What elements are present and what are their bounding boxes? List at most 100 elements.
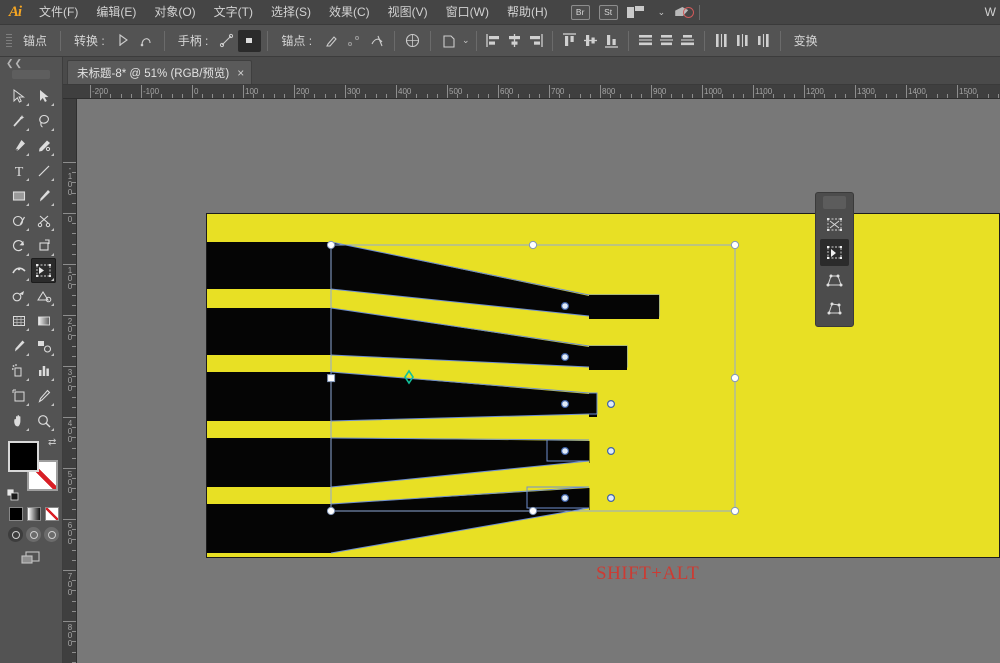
screen-mode-button[interactable] — [0, 542, 62, 566]
rectangle-tool[interactable] — [6, 183, 31, 208]
workspace-switcher[interactable]: W — [985, 5, 1000, 19]
ruler-tick — [243, 85, 244, 98]
align-right-icon[interactable] — [525, 30, 546, 51]
remove-anchor-icon[interactable] — [319, 30, 342, 52]
document-tab[interactable]: 未标题-8* @ 51% (RGB/预览) × — [67, 60, 253, 84]
distribute-right-icon[interactable] — [753, 30, 774, 51]
distribute-left-icon[interactable] — [711, 30, 732, 51]
draw-normal-button[interactable] — [8, 527, 23, 542]
chevron-down-icon[interactable]: ⌄ — [462, 35, 470, 46]
gradient-button[interactable] — [27, 507, 41, 521]
ruler-label: 0 — [194, 87, 199, 96]
magic-wand-tool[interactable] — [6, 108, 31, 133]
close-icon[interactable]: × — [237, 67, 244, 79]
zoom-tool[interactable] — [31, 408, 56, 433]
color-button[interactable] — [9, 507, 23, 521]
shaper-tool[interactable] — [6, 208, 31, 233]
document-setup-icon[interactable] — [437, 30, 460, 52]
menu-object[interactable]: 对象(O) — [145, 0, 204, 25]
perspective-grid-tool[interactable] — [31, 283, 56, 308]
scissors-tool[interactable] — [31, 208, 56, 233]
free-transform-widget[interactable] — [815, 192, 854, 327]
toolbox-collapse[interactable]: ❮❮ — [0, 57, 62, 69]
scale-tool[interactable] — [31, 233, 56, 258]
distribute-center-icon[interactable] — [656, 30, 677, 51]
align-bottom-icon[interactable] — [601, 30, 622, 51]
ruler-tick — [294, 85, 295, 98]
artboard[interactable] — [206, 213, 1000, 558]
line-segment-tool[interactable] — [31, 158, 56, 183]
blend-tool[interactable] — [31, 333, 56, 358]
type-tool[interactable]: T — [6, 158, 31, 183]
convert-to-smooth-icon[interactable] — [135, 30, 158, 52]
ruler-label: 200 — [296, 87, 310, 96]
align-left-icon[interactable] — [483, 30, 504, 51]
pen-tool[interactable] — [6, 133, 31, 158]
free-transform-tool[interactable] — [31, 258, 56, 283]
lasso-tool[interactable] — [31, 108, 56, 133]
width-tool[interactable] — [6, 258, 31, 283]
rotate-tool[interactable] — [6, 233, 31, 258]
convert-to-corner-icon[interactable] — [112, 30, 135, 52]
stock-icon[interactable]: St — [598, 4, 618, 20]
menu-help[interactable]: 帮助(H) — [498, 0, 557, 25]
fill-stroke-control[interactable]: ⇄ — [6, 438, 60, 503]
ruler-tick — [345, 85, 346, 98]
arrange-documents-icon[interactable] — [626, 5, 647, 19]
show-handles-icon[interactable] — [215, 30, 238, 52]
document-setup-group[interactable]: ⌄ — [437, 30, 470, 52]
toolbox-drag-handle[interactable] — [12, 70, 50, 79]
symbol-sprayer-tool[interactable] — [6, 358, 31, 383]
align-center-horizontal-icon[interactable] — [504, 30, 525, 51]
selection-tool[interactable] — [6, 83, 31, 108]
slice-tool[interactable] — [31, 383, 56, 408]
bridge-icon[interactable]: Br — [570, 4, 590, 20]
free-transform-tool[interactable] — [820, 239, 849, 266]
hand-tool[interactable] — [6, 408, 31, 433]
distribute-top-icon[interactable] — [635, 30, 656, 51]
hide-handles-icon[interactable] — [238, 29, 262, 52]
ruler-label: 700 — [67, 572, 73, 597]
menu-edit[interactable]: 编辑(E) — [87, 0, 145, 25]
swap-fill-stroke-icon[interactable]: ⇄ — [48, 438, 60, 450]
vertical-ruler[interactable]: -1000100200300400500600700800 — [63, 99, 77, 663]
distribute-bottom-icon[interactable] — [677, 30, 698, 51]
cut-path-icon[interactable] — [365, 30, 388, 52]
isolate-icon[interactable] — [401, 30, 424, 52]
align-top-icon[interactable] — [559, 30, 580, 51]
mesh-tool[interactable] — [6, 308, 31, 333]
paintbrush-tool[interactable] — [31, 183, 56, 208]
menu-effect[interactable]: 效果(C) — [320, 0, 379, 25]
menu-window[interactable]: 窗口(W) — [437, 0, 498, 25]
default-fill-stroke-icon[interactable] — [6, 488, 19, 501]
artboard-tool[interactable] — [6, 383, 31, 408]
column-graph-tool[interactable] — [31, 358, 56, 383]
menu-select[interactable]: 选择(S) — [262, 0, 320, 25]
draw-inside-button[interactable] — [44, 527, 59, 542]
canvas-area[interactable]: SHIFT+ALT — [77, 99, 1000, 663]
menu-type[interactable]: 文字(T) — [205, 0, 262, 25]
horizontal-ruler[interactable]: -200 -100 0 100 200 300 400 500 600 700 800 900 1000… — [63, 85, 1000, 99]
menu-file[interactable]: 文件(F) — [30, 0, 87, 25]
direct-selection-tool[interactable] — [31, 83, 56, 108]
gradient-tool[interactable] — [31, 308, 56, 333]
draw-behind-button[interactable] — [26, 527, 41, 542]
perspective-distort-tool[interactable] — [820, 267, 849, 294]
free-transform-constrain-tool[interactable] — [820, 211, 849, 238]
curvature-tool[interactable] — [31, 133, 56, 158]
fill-swatch[interactable] — [8, 441, 39, 472]
distribute-horizontal-center-icon[interactable] — [732, 30, 753, 51]
connect-anchors-icon[interactable] — [342, 30, 365, 52]
eyedropper-tool[interactable] — [6, 333, 31, 358]
widget-drag-handle[interactable] — [823, 196, 846, 209]
menu-view[interactable]: 视图(V) — [379, 0, 437, 25]
shape-builder-tool[interactable] — [6, 283, 31, 308]
free-distort-tool[interactable] — [820, 295, 849, 322]
search-adobe-stock-icon[interactable] — [674, 4, 695, 20]
control-bar-grip[interactable] — [4, 31, 14, 51]
ruler-tick — [63, 417, 76, 418]
align-center-vertical-icon[interactable] — [580, 30, 601, 51]
transform-link[interactable]: 变换 — [787, 32, 825, 49]
chevron-down-icon[interactable]: ⌄ — [658, 7, 666, 18]
none-button[interactable] — [45, 507, 59, 521]
